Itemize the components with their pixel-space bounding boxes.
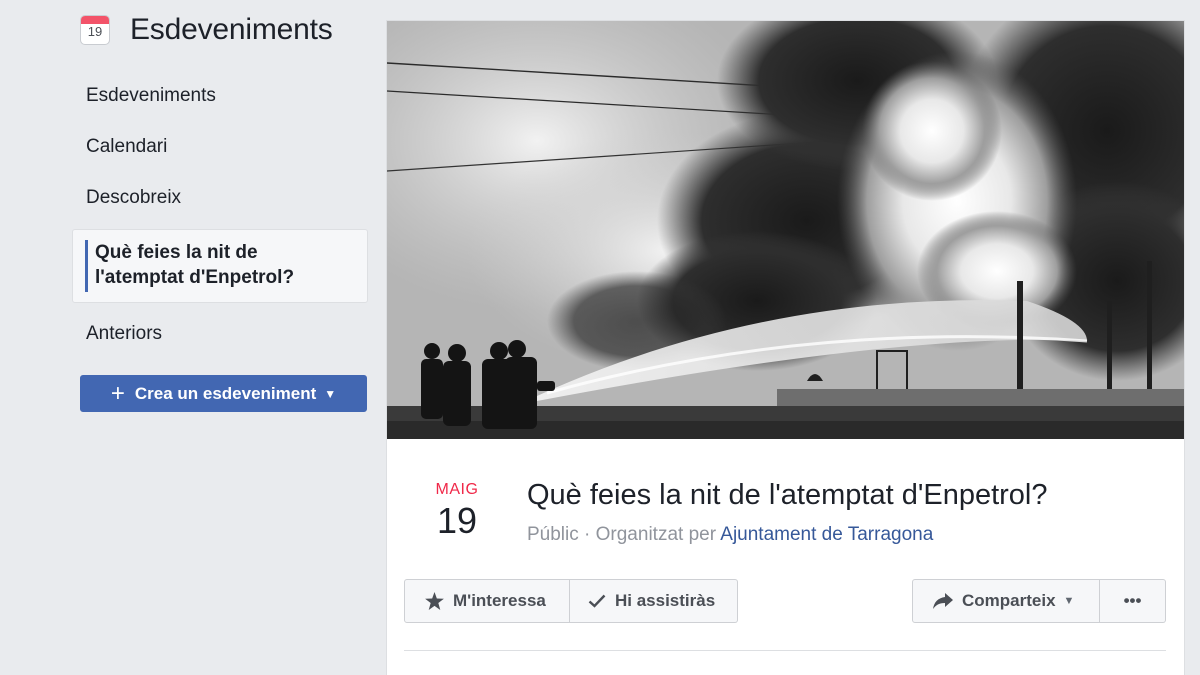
caret-down-icon: ▼	[324, 386, 337, 401]
event-subtitle: Públic · Organitzat per Ajuntament de Ta…	[527, 524, 933, 546]
create-event-button[interactable]: + Crea un esdeveniment ▼	[80, 375, 367, 412]
sidebar-nav: Esdeveniments Calendari Descobreix Què f…	[72, 76, 368, 365]
event-cover-photo[interactable]	[387, 21, 1184, 439]
sidebar-item-current-event[interactable]: Què feies la nit de l'atemptat d'Enpetro…	[72, 229, 368, 303]
cover-image	[387, 21, 1184, 439]
event-date-month: MAIG	[435, 481, 479, 498]
organizer-link[interactable]: Ajuntament de Tarragona	[720, 524, 933, 545]
sidebar-title: Esdeveniments	[130, 13, 333, 46]
share-label: Comparteix	[962, 591, 1056, 610]
share-button[interactable]: Comparteix ▼	[912, 579, 1100, 623]
plus-icon: +	[110, 379, 125, 407]
event-card: MAIG 19 Què feies la nit de l'atemptat d…	[386, 20, 1185, 675]
sidebar-item-anteriors[interactable]: Anteriors	[72, 314, 368, 354]
sidebar-header: 19 Esdeveniments	[80, 12, 333, 48]
star-icon	[425, 592, 444, 610]
going-label: Hi assistiràs	[615, 591, 716, 610]
more-options-button[interactable]: •••	[1100, 579, 1166, 623]
event-visibility: Públic	[527, 524, 579, 545]
create-event-label: Crea un esdeveniment	[134, 383, 317, 403]
event-date-day: 19	[436, 500, 478, 541]
sidebar-item-label-line1: Què feies la nit de	[95, 242, 258, 263]
sidebar-item-label-line2: l'atemptat d'Enpetrol?	[95, 267, 295, 288]
event-title: Què feies la nit de l'atemptat d'Enpetro…	[527, 479, 1048, 511]
share-button-group: Comparteix ▼ •••	[912, 579, 1166, 623]
sidebar-item-esdeveniments[interactable]: Esdeveniments	[72, 76, 368, 116]
sidebar-item-descobreix[interactable]: Descobreix	[72, 178, 368, 218]
divider	[404, 650, 1166, 651]
interested-button[interactable]: M'interessa	[404, 579, 570, 623]
checkmark-icon	[588, 594, 606, 608]
more-dots-icon: •••	[1123, 591, 1142, 610]
calendar-icon: 19	[80, 15, 110, 45]
interested-label: M'interessa	[453, 591, 546, 610]
rsvp-button-group: M'interessa Hi assistiràs	[404, 579, 738, 623]
event-date: MAIG 19	[427, 481, 487, 541]
caret-down-icon: ▼	[1063, 595, 1075, 607]
event-organized-by: · Organitzat per	[584, 524, 717, 545]
sidebar-item-calendari[interactable]: Calendari	[72, 127, 368, 167]
share-arrow-icon	[933, 593, 953, 609]
going-button[interactable]: Hi assistiràs	[570, 579, 738, 623]
